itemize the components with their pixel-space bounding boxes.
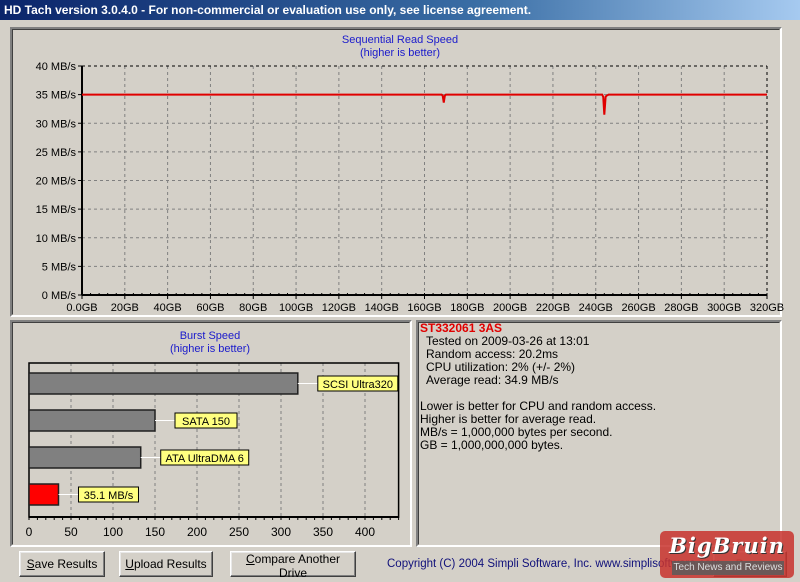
watermark-tagline: Tech News and Reviews (672, 561, 784, 575)
save-results-button[interactable]: Save Results (19, 551, 105, 577)
bar-label: SCSI Ultra320 (323, 379, 393, 391)
watermark-brand: BigBruin (669, 533, 785, 558)
x-tick-label: 250 (229, 525, 249, 539)
bigbruin-watermark: BigBruin Tech News and Reviews (660, 531, 794, 578)
x-tick-label: 100 (103, 525, 123, 539)
x-tick-label: 200 (187, 525, 207, 539)
x-tick-label: 400 (355, 525, 375, 539)
upload-results-button[interactable]: Upload Results (119, 551, 213, 577)
save-label: ave Results (34, 557, 98, 571)
x-tick-label: 180GB (450, 302, 484, 314)
burst-bar (28, 483, 60, 506)
compare-accel: C (245, 552, 255, 566)
bar-label: ATA UltraDMA 6 (165, 453, 243, 465)
burst-speed-chart: 0 50 100 150 200 250 300 350 400 SCSI Ultra320 SAT… (26, 362, 400, 539)
note-gb-definition: GB = 1,000,000,000 bytes. (420, 438, 564, 452)
average-read: Average read: 34.9 MB/s (426, 373, 559, 387)
x-tick-label: 350 (313, 525, 333, 539)
x-tick-label: 240GB (579, 302, 613, 314)
x-tick-label: 320GB (750, 302, 784, 314)
x-tick-label: 200GB (493, 302, 527, 314)
x-tick-label: 220GB (536, 302, 570, 314)
x-tick-label: 50 (64, 525, 78, 539)
compare-another-drive-button[interactable]: Compare Another Drive (230, 551, 356, 580)
burst-bar (28, 372, 299, 395)
burst-bar (28, 409, 156, 432)
x-tick-label: 0 (26, 525, 33, 539)
burst-bar (28, 446, 142, 469)
compare-label: ompare Another Drive (254, 552, 341, 580)
x-tick-label: 280GB (664, 302, 698, 314)
bar-label: SATA 150 (182, 416, 230, 428)
x-tick-label: 260GB (621, 302, 655, 314)
x-tick-label: 300 (271, 525, 291, 539)
info-text: ST332061 3AS Tested on 2009-03-26 at 13:… (420, 322, 776, 452)
bar-label: 35.1 MB/s (84, 490, 134, 502)
x-tick-label: 300GB (707, 302, 741, 314)
x-tick-label: 150 (145, 525, 165, 539)
upload-label: pload Results (133, 557, 207, 571)
upload-accel: U (125, 557, 134, 571)
save-accel: S (26, 557, 35, 571)
